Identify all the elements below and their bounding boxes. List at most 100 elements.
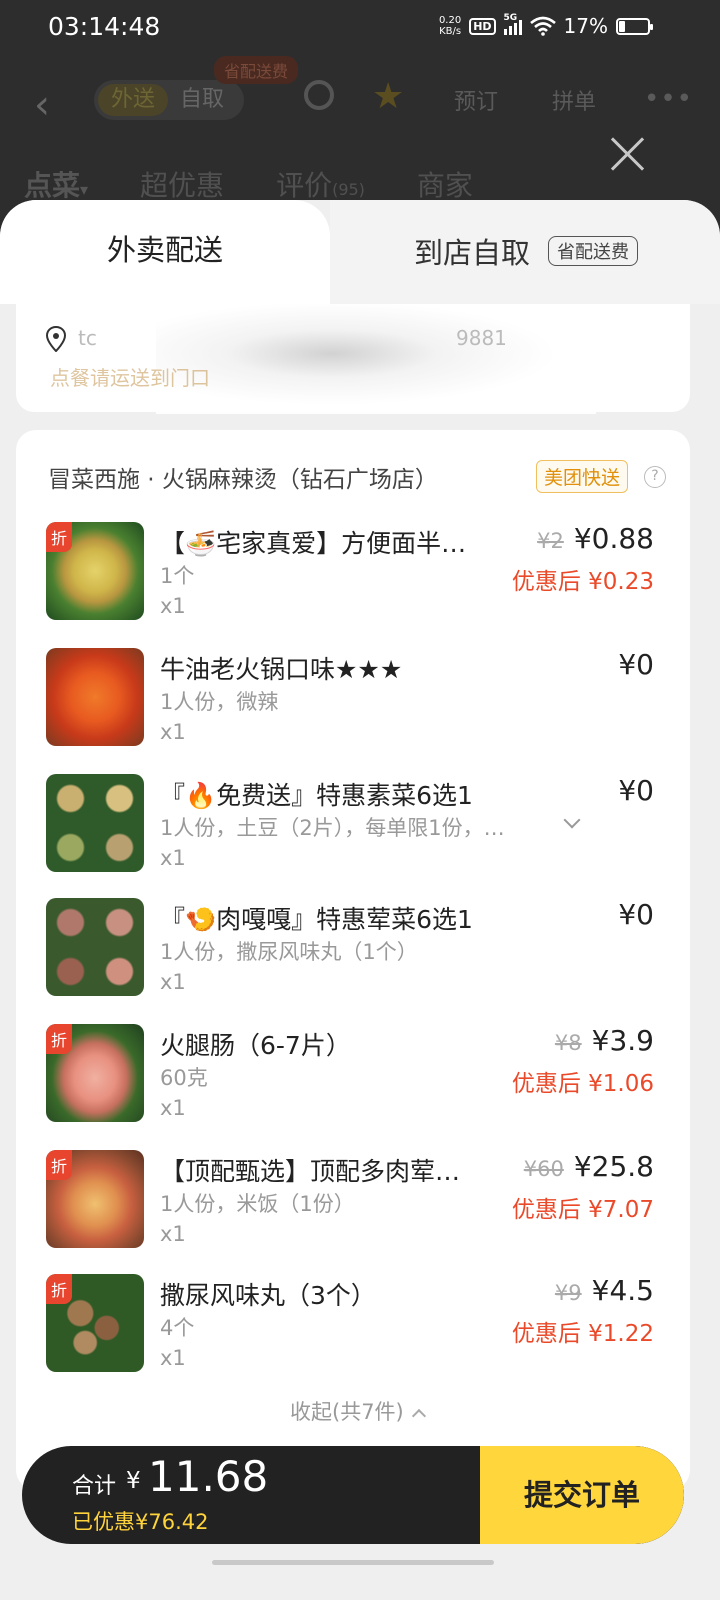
discount-tag: 折 (46, 1150, 73, 1180)
item-qty: x1 (160, 970, 186, 994)
item-spec: 4个 (160, 1316, 195, 1340)
battery-icon (616, 17, 653, 35)
back-icon[interactable]: ‹ (34, 82, 50, 128)
food-thumbnail: 折 (46, 1150, 144, 1248)
help-icon[interactable]: ? (644, 466, 666, 488)
item-qty: x1 (160, 720, 186, 744)
tab-pickup[interactable]: 到店自取 省配送费 (330, 200, 720, 304)
close-icon[interactable] (606, 132, 650, 176)
item-spec: 1人份，土豆（2片），每单限1份，… (160, 816, 505, 840)
original-price: ¥8 (554, 1031, 582, 1055)
food-thumbnail (46, 648, 144, 746)
address-text: tc (78, 326, 97, 350)
tab-deals[interactable]: 超优惠 (140, 164, 224, 204)
price-row: ¥60 ¥25.8 (524, 1150, 654, 1183)
tab-merchant[interactable]: 商家 (417, 164, 473, 204)
food-thumbnail (46, 898, 144, 996)
food-thumbnail: 折 (46, 1024, 144, 1122)
item-qty: x1 (160, 1222, 186, 1246)
collapse-button[interactable]: 收起(共7件) (290, 1396, 426, 1426)
food-thumbnail: 折 (46, 522, 144, 620)
list-item: 牛油老火锅口味★★★ 1人份，微辣 x1 ¥0 (46, 648, 666, 768)
price-row: ¥2 ¥0.88 (537, 522, 654, 555)
price-row: ¥9 ¥4.5 (555, 1274, 654, 1307)
item-price: ¥4.5 (591, 1274, 654, 1307)
price-row: ¥0 (618, 648, 654, 681)
item-price: ¥0 (618, 774, 654, 807)
item-spec: 60克 (160, 1066, 208, 1090)
item-price: ¥3.9 (591, 1024, 654, 1057)
more-icon[interactable]: ••• (644, 84, 693, 114)
discounted-price: 优惠后 ¥7.07 (511, 1197, 654, 1223)
delivery-mode-tabs: 外卖配送 到店自取 省配送费 (0, 200, 720, 304)
tab-pickup-label: 到店自取 (414, 236, 531, 270)
list-item: 折 【🍜宅家真爱】方便面半… 1个 x1 ¥2 ¥0.88 优惠后 ¥0.23 (46, 522, 666, 642)
save-fee-badge: 省配送费 (214, 56, 299, 84)
tab-delivery[interactable]: 外卖配送 (0, 200, 330, 304)
order-card: 冒菜西施 · 火锅麻辣烫（钻石广场店） 美团快送 ? 折 【🍜宅家真爱】方便面半… (16, 430, 690, 1490)
item-qty: x1 (160, 594, 186, 618)
item-name: 【顶配甄选】顶配多肉荤… (160, 1157, 461, 1186)
original-price: ¥9 (554, 1281, 582, 1305)
list-item: 『🍤肉嘎嘎』特惠荤菜6选1 1人份，撒尿风味丸（1个） x1 ¥0 (46, 898, 666, 1018)
address-redaction (156, 304, 596, 414)
tab-reviews[interactable]: 评价(95) (276, 164, 365, 204)
save-fee-tag: 省配送费 (548, 236, 638, 266)
item-name: 撒尿风味丸（3个） (160, 1281, 376, 1310)
item-price: ¥0 (618, 898, 654, 931)
item-name: 牛油老火锅口味★★★ (160, 655, 403, 684)
order-sheet: 外卖配送 到店自取 省配送费 tc 9881 点餐请运送到门口 冒菜西施 · 火… (0, 200, 720, 1600)
chevron-up-icon (411, 1408, 426, 1424)
item-qty: x1 (160, 1096, 186, 1120)
discounted-price: 优惠后 ¥1.22 (511, 1321, 654, 1347)
hd-icon: HD (469, 17, 496, 35)
list-item: 折 撒尿风味丸（3个） 4个 x1 ¥9 ¥4.5 优惠后 ¥1.22 (46, 1274, 666, 1394)
home-indicator[interactable] (212, 1560, 494, 1565)
original-price: ¥2 (537, 529, 564, 553)
submit-order-button[interactable]: 提交订单 (480, 1446, 684, 1544)
food-thumbnail: 折 (46, 1274, 144, 1372)
group-order-button[interactable]: 拼单 (552, 84, 596, 116)
mode-toggle[interactable]: 外送 自取 (94, 80, 244, 120)
discount-tag: 折 (46, 1274, 73, 1304)
address-card[interactable]: tc 9881 点餐请运送到门口 (16, 304, 690, 414)
battery-percent: 17% (563, 14, 608, 38)
item-price: ¥0.88 (573, 522, 654, 555)
search-icon[interactable] (304, 80, 334, 110)
store-tabs: 点菜▾ 超优惠 评价(95) 商家 (24, 164, 473, 204)
address-tail: 9881 (456, 326, 507, 350)
chevron-down-icon[interactable] (563, 811, 581, 829)
price-row: ¥8 ¥3.9 (555, 1024, 654, 1057)
currency-symbol: ¥ (126, 1468, 141, 1494)
collapse-label: 收起(共7件) (290, 1400, 404, 1424)
status-icons: 0.20 KB/s HD 5G 17% (439, 13, 653, 38)
wifi-icon (529, 16, 556, 36)
checkout-bar: 合计 ¥ 11.68 已优惠¥76.42 提交订单 (22, 1446, 684, 1544)
list-item: 折 火腿肠（6-7片） 60克 x1 ¥8 ¥3.9 优惠后 ¥1.06 (46, 1024, 666, 1144)
item-spec: 1人份，撒尿风味丸（1个） (160, 940, 418, 964)
saved-amount: 已优惠¥76.42 (72, 1510, 209, 1534)
item-name: 『🔥免费送』特惠素菜6选1 (160, 781, 473, 810)
discount-tag: 折 (46, 522, 73, 552)
mode-delivery[interactable]: 外送 (98, 84, 168, 116)
star-icon[interactable]: ★ (372, 76, 404, 117)
item-name: 『🍤肉嘎嘎』特惠荤菜6选1 (160, 905, 473, 934)
food-thumbnail (46, 774, 144, 872)
original-price: ¥60 (523, 1157, 564, 1181)
item-name: 火腿肠（6-7片） (160, 1031, 351, 1060)
mode-pickup[interactable]: 自取 (180, 84, 224, 116)
item-price: ¥25.8 (573, 1150, 654, 1183)
item-qty: x1 (160, 846, 186, 870)
tab-menu[interactable]: 点菜▾ (24, 164, 88, 204)
signal-icon: 5G (503, 13, 522, 35)
discounted-price: 优惠后 ¥1.06 (511, 1071, 654, 1097)
location-pin-icon (46, 326, 66, 352)
list-item: 『🔥免费送』特惠素菜6选1 1人份，土豆（2片），每单限1份，… x1 ¥0 (46, 774, 666, 894)
reserve-button[interactable]: 预订 (454, 84, 498, 116)
price-row: ¥0 (618, 898, 654, 931)
status-bar: 03:14:48 0.20 KB/s HD 5G 17% (0, 0, 720, 56)
item-price: ¥0 (618, 648, 654, 681)
item-qty: x1 (160, 1346, 186, 1370)
total-label: 合计 (72, 1474, 117, 1499)
discounted-price: 优惠后 ¥0.23 (511, 569, 654, 595)
